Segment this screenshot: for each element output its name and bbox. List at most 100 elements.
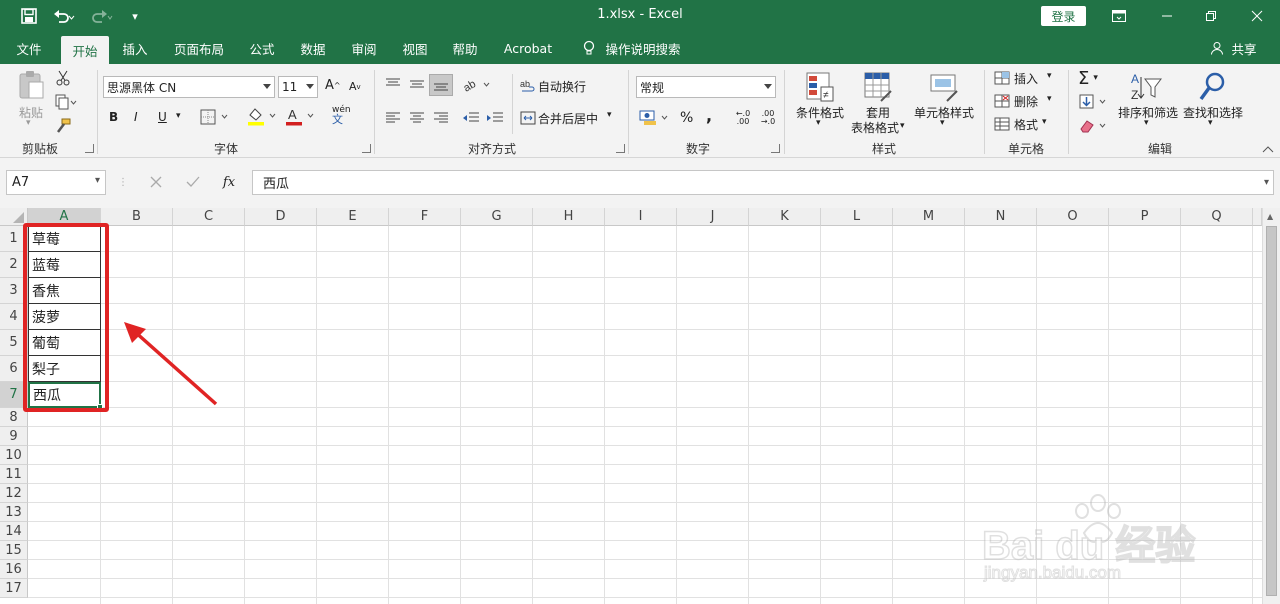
column-header-j[interactable]: J xyxy=(677,208,749,226)
restore-icon[interactable] xyxy=(1200,6,1222,26)
increase-font-icon[interactable]: A ^ xyxy=(325,78,341,93)
copy-icon[interactable] xyxy=(52,92,80,112)
underline-dropdown-icon[interactable]: ▾ xyxy=(176,111,186,121)
column-header-k[interactable]: K xyxy=(749,208,821,226)
column-header-l[interactable]: L xyxy=(821,208,893,226)
tab-review[interactable]: 审阅 xyxy=(343,32,385,64)
tab-file[interactable]: 文件 xyxy=(8,32,50,64)
minimize-icon[interactable] xyxy=(1156,6,1178,26)
scrollbar-thumb[interactable] xyxy=(1266,226,1277,596)
vertical-scrollbar[interactable]: ▲ xyxy=(1262,208,1280,604)
paste-icon[interactable] xyxy=(14,70,48,100)
bold-button[interactable]: B xyxy=(109,110,121,124)
chevron-down-icon[interactable]: ▾ xyxy=(95,175,100,186)
alignment-launcher-icon[interactable] xyxy=(616,144,625,153)
column-header-b[interactable]: B xyxy=(101,208,173,226)
font-name-combo[interactable]: 思源黑体 CN xyxy=(103,76,275,98)
conditional-formatting-icon[interactable]: ≠ xyxy=(804,70,836,104)
autosum-icon[interactable]: Σ ▾ xyxy=(1078,68,1108,89)
share-button[interactable]: 共享 xyxy=(1228,32,1260,64)
align-left-icon[interactable] xyxy=(385,110,403,126)
column-header-e[interactable]: E xyxy=(317,208,389,226)
column-header-o[interactable]: O xyxy=(1037,208,1109,226)
wrap-text-icon[interactable]: ab xyxy=(520,78,538,94)
tab-data[interactable]: 数据 xyxy=(292,32,334,64)
font-color-icon[interactable]: A xyxy=(284,106,318,126)
column-header-n[interactable]: N xyxy=(965,208,1037,226)
worksheet-grid[interactable]: A B C D E F G H I J K L M N O P Q 1 2 3 … xyxy=(0,208,1280,604)
row-header-14[interactable]: 14 xyxy=(0,522,28,541)
row-header-9[interactable]: 9 xyxy=(0,427,28,446)
tab-help[interactable]: 帮助 xyxy=(444,32,486,64)
accounting-format-icon[interactable] xyxy=(638,108,672,128)
percent-button[interactable]: % xyxy=(680,110,694,126)
align-center-icon[interactable] xyxy=(409,110,427,126)
wrap-text-button[interactable]: 自动换行 xyxy=(538,78,598,95)
close-icon[interactable] xyxy=(1246,6,1268,26)
tab-view[interactable]: 视图 xyxy=(394,32,436,64)
fill-color-icon[interactable] xyxy=(246,106,278,126)
sort-filter-icon[interactable]: AZ xyxy=(1128,70,1164,104)
fill-icon[interactable] xyxy=(1078,92,1110,112)
table-format-dropdown-icon[interactable]: ▾ xyxy=(900,121,910,131)
clear-icon[interactable] xyxy=(1078,116,1110,136)
insert-cells-button[interactable]: 插入 xyxy=(1014,70,1042,87)
number-launcher-icon[interactable] xyxy=(771,144,780,153)
merge-center-button[interactable]: 合并后居中 xyxy=(538,110,598,127)
clipboard-launcher-icon[interactable] xyxy=(85,144,94,153)
row-header-16[interactable]: 16 xyxy=(0,560,28,579)
align-top-icon[interactable] xyxy=(385,76,403,92)
formula-input[interactable]: 西瓜 ▾ xyxy=(252,170,1274,195)
number-format-combo[interactable]: 常规 xyxy=(636,76,776,98)
font-size-combo[interactable]: 11 xyxy=(278,76,318,98)
format-cells-icon[interactable] xyxy=(994,116,1012,132)
row-header-11[interactable]: 11 xyxy=(0,465,28,484)
column-header-g[interactable]: G xyxy=(461,208,533,226)
insert-function-icon[interactable]: fx xyxy=(220,173,238,191)
decrease-decimal-icon[interactable]: .00 →.0 xyxy=(757,110,779,126)
customize-qat-icon[interactable]: ▾ xyxy=(128,6,142,26)
format-dropdown-icon[interactable]: ▾ xyxy=(1042,117,1052,127)
delete-dropdown-icon[interactable]: ▾ xyxy=(1047,94,1057,104)
expand-formula-icon[interactable]: ▾ xyxy=(1264,177,1269,188)
find-dropdown-icon[interactable]: ▾ xyxy=(1208,118,1218,128)
insert-dropdown-icon[interactable]: ▾ xyxy=(1047,71,1057,81)
phonetic-guide-icon[interactable]: wén 文 xyxy=(332,106,362,126)
column-header-p[interactable]: P xyxy=(1109,208,1181,226)
column-header-h[interactable]: H xyxy=(533,208,605,226)
delete-cells-button[interactable]: 删除 xyxy=(1014,93,1042,110)
borders-icon[interactable] xyxy=(200,108,234,126)
column-header-d[interactable]: D xyxy=(245,208,317,226)
column-header-i[interactable]: I xyxy=(605,208,677,226)
column-header-q[interactable]: Q xyxy=(1181,208,1253,226)
column-header-partial[interactable] xyxy=(1253,208,1262,226)
tab-insert[interactable]: 插入 xyxy=(114,32,156,64)
align-middle-icon[interactable] xyxy=(409,76,427,92)
cell-styles-icon[interactable] xyxy=(928,70,960,104)
collapse-ribbon-icon[interactable] xyxy=(1262,144,1274,154)
login-button[interactable]: 登录 xyxy=(1041,6,1086,26)
row-header-12[interactable]: 12 xyxy=(0,484,28,503)
row-header-13[interactable]: 13 xyxy=(0,503,28,522)
redo-icon[interactable] xyxy=(86,6,118,26)
increase-decimal-icon[interactable]: ←.0.00 xyxy=(732,110,754,126)
scroll-up-arrow-icon[interactable]: ▲ xyxy=(1267,212,1276,221)
lightbulb-icon[interactable] xyxy=(578,32,600,64)
align-right-icon[interactable] xyxy=(433,110,451,126)
tab-home[interactable]: 开始 xyxy=(61,36,109,64)
format-cells-button[interactable]: 格式 xyxy=(1014,116,1042,133)
underline-button[interactable]: U xyxy=(158,110,170,124)
row-header-17[interactable]: 17 xyxy=(0,579,28,598)
paste-dropdown-icon[interactable]: ▾ xyxy=(26,118,36,128)
row-header-10[interactable]: 10 xyxy=(0,446,28,465)
sort-dropdown-icon[interactable]: ▾ xyxy=(1144,118,1154,128)
orientation-icon[interactable]: ab xyxy=(462,76,494,94)
align-bottom-icon[interactable] xyxy=(429,74,453,96)
tab-formulas[interactable]: 公式 xyxy=(241,32,283,64)
tab-acrobat[interactable]: Acrobat xyxy=(496,32,560,64)
merge-center-icon[interactable] xyxy=(520,110,538,126)
conditional-dropdown-icon[interactable]: ▾ xyxy=(816,118,826,128)
cancel-entry-icon[interactable] xyxy=(147,173,165,191)
merge-dropdown-icon[interactable]: ▾ xyxy=(607,110,617,120)
decrease-indent-icon[interactable] xyxy=(462,110,482,126)
